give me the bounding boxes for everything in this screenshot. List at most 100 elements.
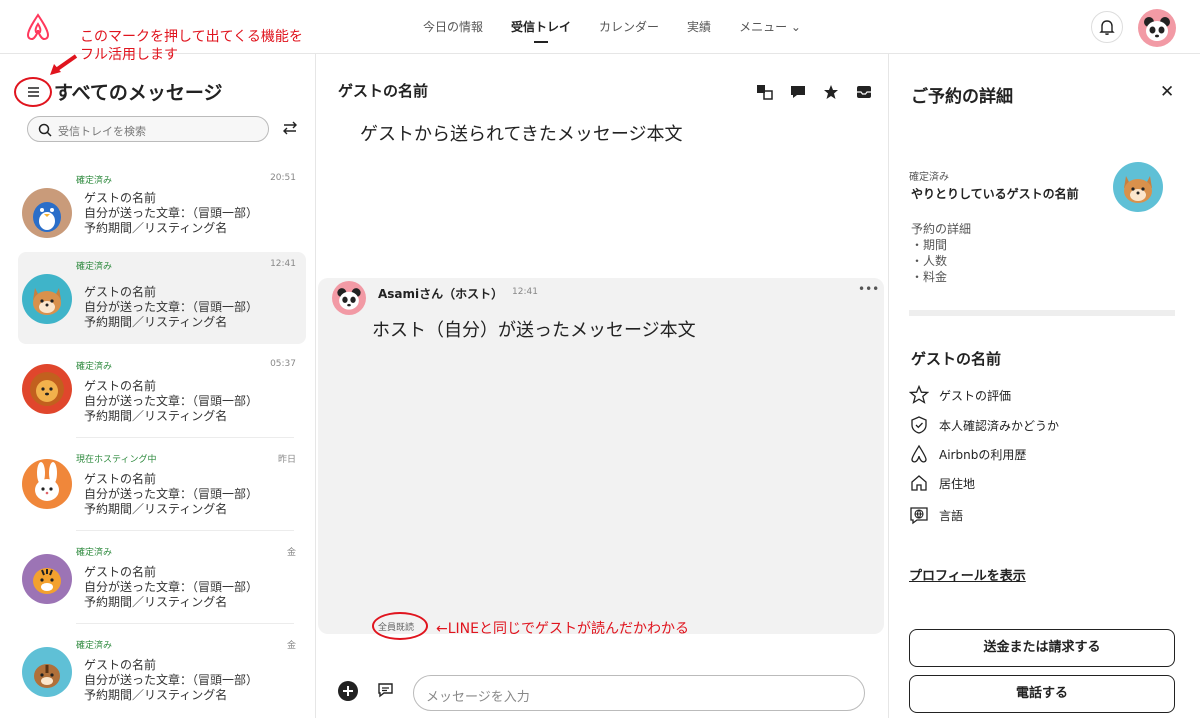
- conversation-time: 12:41: [270, 259, 296, 269]
- conversation-item[interactable]: 確定済み 金 ゲストの名前 自分が送った文章：（冒頭一部） 予約期間／リスティン…: [18, 538, 306, 630]
- section-divider: [909, 310, 1175, 316]
- residence-item: 居住地: [909, 473, 975, 493]
- guest-item-label: ゲストの評価: [939, 388, 1012, 403]
- more-options-icon[interactable]: •••: [858, 282, 879, 296]
- airbnb-logo-icon: [911, 444, 927, 463]
- archive-icon[interactable]: [855, 84, 873, 100]
- panda-icon: [1144, 17, 1170, 41]
- shiba-dog-icon: [33, 288, 61, 315]
- conversation-item[interactable]: 確定済み 金 ゲストの名前 自分が送った文章：（冒頭一部） 予約期間／リスティン…: [18, 631, 306, 723]
- send-or-request-money-button[interactable]: 送金または請求する: [909, 629, 1175, 667]
- airbnb-history-item: Airbnbの利用歴: [909, 444, 1026, 464]
- plus-icon: [343, 686, 353, 696]
- nav-menu[interactable]: メニュー ⌄: [725, 0, 815, 54]
- conversation-listing: 予約期間／リスティング名: [84, 409, 228, 423]
- notification-bell-button[interactable]: [1091, 11, 1123, 43]
- conversation-status: 確定済み: [76, 362, 113, 372]
- language-item: 言語: [909, 505, 963, 525]
- inbox-search-input[interactable]: 受信トレイを検索: [27, 116, 269, 142]
- inbox-title: すべてのメッセージ: [54, 82, 223, 104]
- reservation-detail-line: ・期間: [911, 238, 948, 252]
- home-icon: [911, 475, 927, 491]
- guest-item-label: 居住地: [939, 476, 976, 491]
- filter-icon[interactable]: [280, 118, 300, 138]
- guest-message: ゲストから送られてきたメッセージ本文: [360, 124, 683, 145]
- hamburger-menu-icon[interactable]: [18, 80, 48, 104]
- details-title: ご予約の詳細: [911, 87, 1013, 107]
- airbnb-logo-icon[interactable]: [24, 12, 52, 42]
- guest-avatar: [22, 364, 72, 414]
- shiba-dog-icon: [1124, 176, 1152, 203]
- star-outline-icon: [909, 385, 929, 404]
- user-avatar[interactable]: [1138, 9, 1176, 47]
- thread-toolbar: [756, 84, 873, 100]
- top-nav: 今日の情報 受信トレイ カレンダー 実績 メニュー ⌄: [423, 0, 815, 54]
- search-icon: [38, 123, 52, 137]
- conversation-listing: 予約期間／リスティング名: [84, 315, 228, 329]
- call-button[interactable]: 電話する: [909, 675, 1175, 713]
- conversation-time: 金: [286, 548, 296, 558]
- rabbit-icon: [35, 462, 59, 501]
- conversation-status: 現在ホスティング中: [76, 455, 157, 465]
- annotation-line: このマークを押して出てくる機能を: [80, 29, 303, 45]
- conversation-item-selected[interactable]: 確定済み 12:41 ゲストの名前 自分が送った文章：（冒頭一部） 予約期間／リ…: [18, 252, 306, 344]
- read-receipt: 全員既読: [378, 623, 415, 633]
- guest-review-item: ゲストの評価: [909, 385, 1011, 405]
- conversation-item[interactable]: 確定済み 05:37 ゲストの名前 自分が送った文章：（冒頭一部） 予約期間／リ…: [18, 352, 306, 444]
- panda-icon: [337, 288, 361, 310]
- guest-item-label: Airbnbの利用歴: [939, 447, 1027, 462]
- guest-avatar: [1113, 162, 1163, 212]
- message-thread: ゲストの名前 ゲストから送られてきたメッセージ本文 Asamiさん（ホスト） 1…: [316, 54, 888, 718]
- guest-avatar: [22, 459, 72, 509]
- conversation-time: 20:51: [270, 173, 296, 183]
- message-input[interactable]: メッセージを入力: [413, 675, 865, 711]
- conversation-status: 確定済み: [76, 548, 113, 558]
- guest-item-label: 本人確認済みかどうか: [939, 418, 1060, 433]
- conversation-item[interactable]: 確定済み 20:51 ゲストの名前 自分が送った文章：（冒頭一部） 予約期間／リ…: [18, 166, 306, 258]
- conversation-listing: 予約期間／リスティング名: [84, 688, 228, 702]
- conversation-item[interactable]: 現在ホスティング中 昨日 ゲストの名前 自分が送った文章：（冒頭一部） 予約期間…: [18, 445, 306, 537]
- host-avatar[interactable]: [332, 281, 366, 315]
- reservation-detail-line: 予約の詳細: [911, 222, 972, 236]
- language-globe-icon: [910, 507, 928, 525]
- chat-icon[interactable]: [789, 84, 807, 100]
- conversation-time: 昨日: [277, 455, 296, 465]
- host-name: Asamiさん（ホスト）: [378, 287, 504, 301]
- nav-inbox[interactable]: 受信トレイ: [497, 0, 585, 54]
- nav-calendar[interactable]: カレンダー: [585, 0, 673, 54]
- conversation-status: 確定済み: [76, 176, 113, 186]
- nav-today[interactable]: 今日の情報: [423, 0, 497, 54]
- penguin-icon: [33, 202, 61, 232]
- view-profile-link[interactable]: プロフィールを表示: [909, 565, 1026, 584]
- quick-reply-icon[interactable]: [377, 681, 397, 701]
- bell-icon: [1099, 20, 1115, 35]
- reservation-guest-name: やりとりしているゲストの名前: [911, 187, 1079, 201]
- guest-avatar: [22, 647, 72, 697]
- guest-avatar: [22, 188, 72, 238]
- add-attachment-button[interactable]: [338, 681, 358, 701]
- star-icon[interactable]: [822, 84, 840, 100]
- host-message: ホスト（自分）が送ったメッセージ本文: [372, 320, 696, 341]
- identity-verified-item: 本人確認済みかどうか: [909, 415, 1059, 435]
- translate-icon[interactable]: [756, 84, 774, 100]
- annotation-read-note: ←LINEと同じでゲストが読んだかわかる: [436, 621, 689, 637]
- conversation-listing: 予約期間／リスティング名: [84, 502, 228, 516]
- nav-performance[interactable]: 実績: [673, 0, 725, 54]
- nav-menu-label: メニュー: [739, 20, 788, 34]
- search-placeholder: 受信トレイを検索: [58, 125, 146, 138]
- reservation-details-panel: ご予約の詳細 ✕ 確定済み やりとりしているゲストの名前 予約の詳細 ・期間 ・…: [888, 54, 1200, 718]
- list-divider: [76, 623, 294, 624]
- guest-item-label: 言語: [939, 508, 964, 523]
- list-divider: [76, 530, 294, 531]
- list-divider: [76, 437, 294, 438]
- reservation-status: 確定済み: [909, 172, 949, 183]
- conversation-listing: 予約期間／リスティング名: [84, 221, 228, 235]
- reservation-detail-line: ・料金: [911, 270, 948, 284]
- conversation-status: 確定済み: [76, 262, 113, 272]
- guest-section-title: ゲストの名前: [911, 350, 1002, 368]
- host-message-block: Asamiさん（ホスト） 12:41 ••• ホスト（自分）が送ったメッセージ本…: [318, 278, 884, 640]
- close-icon[interactable]: ✕: [1160, 82, 1174, 102]
- host-message-time: 12:41: [512, 287, 538, 297]
- conversation-listing: 予約期間／リスティング名: [84, 595, 228, 609]
- inbox-panel: すべてのメッセージ 受信トレイを検索 確定済み 20:51 ゲストの名前 自分が…: [0, 54, 316, 718]
